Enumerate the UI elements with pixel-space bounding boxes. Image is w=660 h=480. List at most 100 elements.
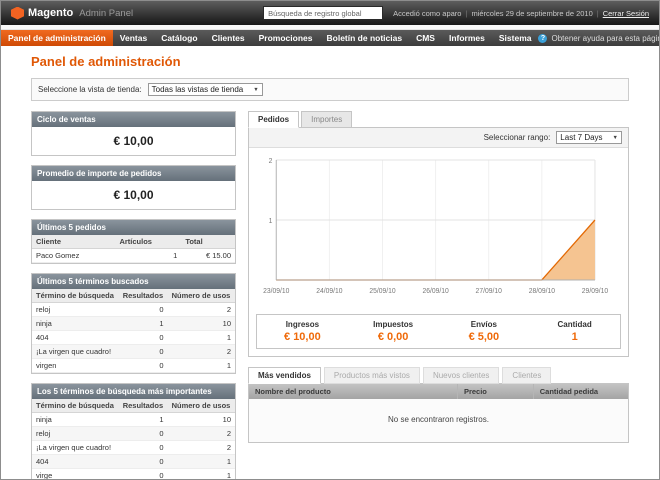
- nav-item-catalogo[interactable]: Catálogo: [154, 30, 204, 46]
- bestsellers-grid: Nombre del producto Precio Cantidad pedi…: [248, 383, 629, 443]
- tab-nuevos-clientes[interactable]: Nuevos clientes: [423, 367, 499, 384]
- brand-name: Magento: [28, 7, 73, 19]
- totals-bar: Ingresos € 10,00 Impuestos € 0,00 Envíos…: [256, 314, 621, 349]
- col-header-qty: Cantidad pedida: [533, 384, 628, 399]
- cell-term: ninja: [32, 317, 119, 331]
- store-view-select[interactable]: Todas las vistas de tienda ▼: [148, 83, 263, 96]
- cell-uses: 1: [168, 469, 235, 480]
- magento-admin-window: Magento Admin Panel Accedió como aparo |…: [0, 0, 660, 480]
- nav-item-promociones[interactable]: Promociones: [252, 30, 320, 46]
- store-view-label: Seleccione la vista de tienda:: [38, 85, 142, 94]
- table-row[interactable]: virge 0 1: [32, 469, 235, 480]
- main-navigation: Panel de administración Ventas Catálogo …: [1, 30, 659, 46]
- page-title: Panel de administración: [31, 54, 629, 69]
- nav-item-clientes[interactable]: Clientes: [205, 30, 252, 46]
- range-label: Seleccionar rango:: [484, 133, 551, 142]
- separator: |: [465, 9, 467, 18]
- table-row[interactable]: ninja 1 10: [32, 413, 235, 427]
- stat-label: Envíos: [439, 320, 530, 329]
- col-header-product: Nombre del producto: [249, 384, 457, 399]
- table-row[interactable]: Paco Gomez 1 € 15.00: [32, 249, 235, 263]
- last-orders-panel: Últimos 5 pedidos Cliente Artículos Tota…: [31, 219, 236, 264]
- y-tick-label: 1: [269, 218, 273, 225]
- nav-item-cms[interactable]: CMS: [409, 30, 442, 46]
- cell-term: ¡La virgen que cuadro!: [32, 441, 119, 455]
- cell-results: 0: [119, 331, 168, 345]
- cell-results: 1: [119, 317, 168, 331]
- tab-importes[interactable]: Importes: [301, 111, 352, 128]
- dashboard-left-column: Ciclo de ventas € 10,00 Promedio de impo…: [31, 111, 236, 479]
- table-row[interactable]: ninja 1 10: [32, 317, 235, 331]
- stat-label: Ingresos: [257, 320, 348, 329]
- tab-productos-mas-vistos[interactable]: Productos más vistos: [324, 367, 420, 384]
- col-header-results: Resultados: [119, 399, 168, 413]
- last-orders-table: Cliente Artículos Total Paco Gomez 1 € 1…: [32, 235, 235, 263]
- store-view-bar: Seleccione la vista de tienda: Todas las…: [31, 78, 629, 101]
- table-row[interactable]: reloj 0 2: [32, 303, 235, 317]
- cell-term: 404: [32, 455, 119, 469]
- cell-results: 0: [119, 441, 168, 455]
- nav-item-sistema[interactable]: Sistema: [492, 30, 539, 46]
- top-search-terms-title: Los 5 términos de búsqueda más important…: [32, 384, 235, 399]
- magento-logo[interactable]: Magento Admin Panel: [11, 7, 133, 20]
- nav-item-ventas[interactable]: Ventas: [113, 30, 154, 46]
- cell-term: reloj: [32, 427, 119, 441]
- help-icon: ?: [538, 34, 547, 43]
- bestsellers-table: Nombre del producto Precio Cantidad pedi…: [249, 384, 628, 399]
- logout-link[interactable]: Cerrar Sesión: [603, 9, 649, 18]
- separator: |: [597, 9, 599, 18]
- stat-value: € 5,00: [439, 331, 530, 343]
- store-view-selected: Todas las vistas de tienda: [152, 85, 244, 94]
- chart-wrap: 2 1 23/09/10 24/09/10 25/09/10 26/09/10 …: [249, 148, 628, 307]
- top-search-terms-table: Término de búsqueda Resultados Número de…: [32, 399, 235, 479]
- table-row[interactable]: virgen 0 1: [32, 359, 235, 373]
- cell-customer: Paco Gomez: [32, 249, 115, 263]
- tab-clientes[interactable]: Clientes: [502, 367, 551, 384]
- range-selected: Last 7 Days: [560, 133, 602, 142]
- nav-item-informes[interactable]: Informes: [442, 30, 492, 46]
- col-header-term: Término de búsqueda: [32, 289, 119, 303]
- average-orders-panel: Promedio de importe de pedidos € 10,00: [31, 165, 236, 210]
- cell-items: 1: [115, 249, 181, 263]
- y-tick-label: 2: [269, 158, 273, 165]
- tab-mas-vendidos[interactable]: Más vendidos: [248, 367, 321, 384]
- stat-impuestos: Impuestos € 0,00: [348, 320, 439, 343]
- average-orders-value: € 10,00: [32, 181, 235, 209]
- stat-value: € 10,00: [257, 331, 348, 343]
- cell-results: 0: [119, 345, 168, 359]
- cell-uses: 2: [168, 427, 235, 441]
- table-row[interactable]: 404 0 1: [32, 455, 235, 469]
- global-search-input[interactable]: [263, 6, 383, 20]
- lifetime-sales-title: Ciclo de ventas: [32, 112, 235, 127]
- col-header-price: Precio: [457, 384, 533, 399]
- lifetime-sales-value: € 10,00: [32, 127, 235, 155]
- help-link[interactable]: ? Obtener ayuda para esta página: [538, 30, 660, 46]
- x-tick-label: 24/09/10: [316, 288, 342, 295]
- x-tick-label: 26/09/10: [422, 288, 448, 295]
- range-strip: Seleccionar rango: Last 7 Days ▼: [249, 128, 628, 148]
- stat-value: € 0,00: [348, 331, 439, 343]
- nav-item-boletin[interactable]: Boletín de noticias: [320, 30, 410, 46]
- col-header-articulos: Artículos: [115, 235, 181, 249]
- nav-item-dashboard[interactable]: Panel de administración: [1, 30, 113, 46]
- x-tick-label: 27/09/10: [476, 288, 502, 295]
- cell-uses: 2: [168, 345, 235, 359]
- content-area: Panel de administración Seleccione la vi…: [1, 46, 659, 479]
- col-header-uses: Número de usos: [168, 399, 235, 413]
- x-tick-label: 28/09/10: [529, 288, 555, 295]
- table-row[interactable]: reloj 0 2: [32, 427, 235, 441]
- cell-uses: 2: [168, 441, 235, 455]
- cell-uses: 1: [168, 359, 235, 373]
- table-row[interactable]: ¡La virgen que cuadro! 0 2: [32, 441, 235, 455]
- help-label: Obtener ayuda para esta página: [551, 34, 660, 43]
- stat-label: Impuestos: [348, 320, 439, 329]
- tab-pedidos[interactable]: Pedidos: [248, 111, 299, 128]
- table-row[interactable]: ¡La virgen que cuadro! 0 2: [32, 345, 235, 359]
- orders-chart-panel: Seleccionar rango: Last 7 Days ▼: [248, 127, 629, 357]
- cell-total: € 15.00: [181, 249, 235, 263]
- range-select[interactable]: Last 7 Days ▼: [556, 131, 622, 144]
- last-search-terms-panel: Últimos 5 términos buscados Término de b…: [31, 273, 236, 374]
- magento-logo-icon: [11, 7, 24, 20]
- cell-term: ¡La virgen que cuadro!: [32, 345, 119, 359]
- table-row[interactable]: 404 0 1: [32, 331, 235, 345]
